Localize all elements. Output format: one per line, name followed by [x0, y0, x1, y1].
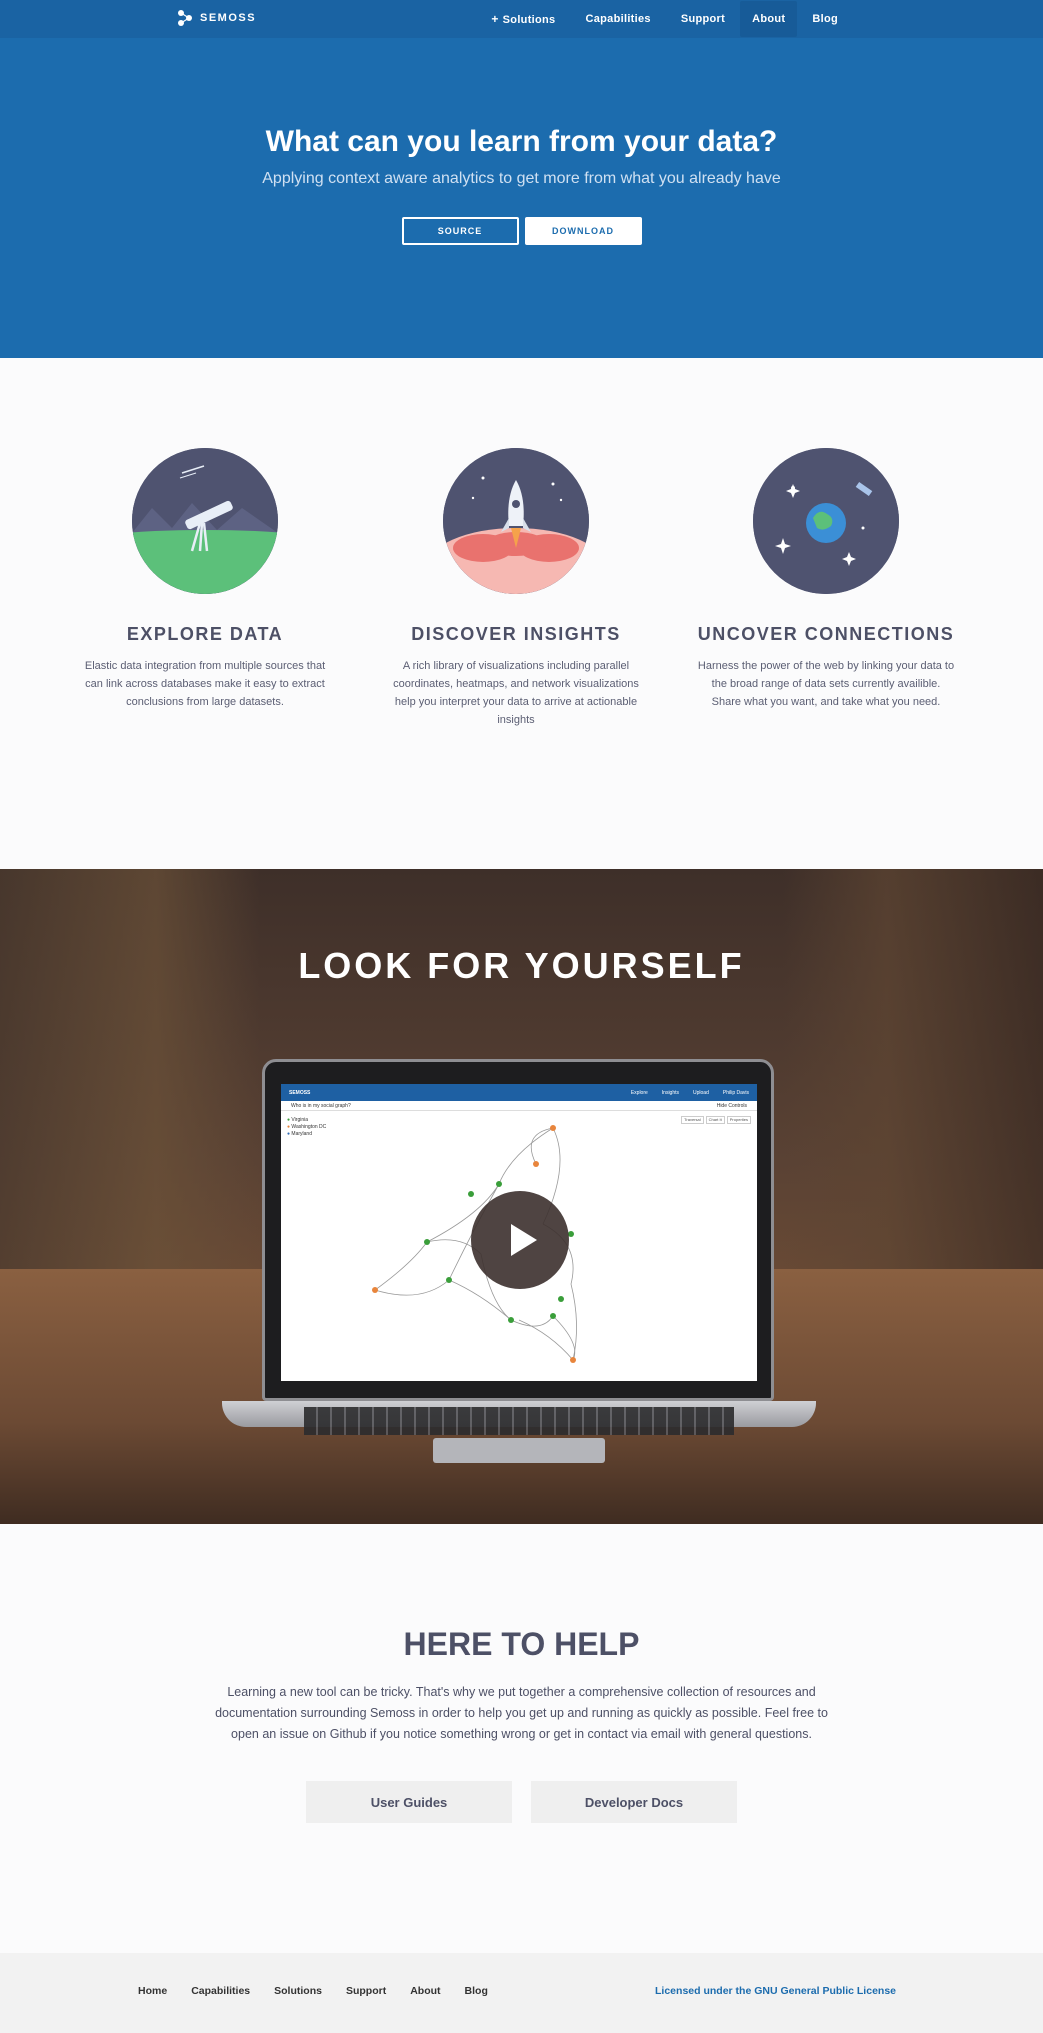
feature-text: A rich library of visualizations includi… [393, 660, 639, 726]
help-text: Learning a new tool can be tricky. That'… [215, 1685, 828, 1741]
laptop-trackpad [433, 1438, 605, 1463]
semoss-logo-icon [178, 10, 192, 26]
feature-uncover-connections: UNCOVER CONNECTIONS Harness the power of… [676, 448, 976, 711]
nav-link-about[interactable]: About [740, 1, 798, 37]
feature-text: Elastic data integration from multiple s… [84, 660, 326, 708]
license-link[interactable]: Licensed under the GNU General Public Li… [655, 1985, 896, 1997]
footer-link-blog[interactable]: Blog [465, 1985, 488, 1997]
brand-logo[interactable]: SEMOSS [176, 9, 256, 27]
globe-satellite-icon [753, 448, 899, 594]
footer-link-capabilities[interactable]: Capabilities [191, 1985, 250, 1997]
feature-text: Harness the power of the web by linking … [697, 660, 955, 708]
laptop-keyboard [304, 1407, 734, 1435]
feature-title: DISCOVER INSIGHTS [411, 624, 621, 644]
hero-title: What can you learn from your data? [265, 125, 778, 158]
developer-docs-button[interactable]: Developer Docs [531, 1781, 737, 1823]
nav-link-support[interactable]: Support [666, 13, 740, 25]
play-video-button[interactable] [471, 1191, 569, 1289]
feature-explore-data: EXPLORE DATA Elastic data integration fr… [55, 448, 355, 711]
footer: Home Capabilities Solutions Support Abou… [0, 1953, 1043, 2033]
video-section: LOOK FOR YOURSELF SEMOSS Explore Insight… [0, 869, 1043, 1524]
download-button[interactable]: DOWNLOAD [524, 217, 642, 245]
footer-link-home[interactable]: Home [138, 1985, 167, 1997]
top-navbar: SEMOSS + Solutions Capabilities Support A… [0, 0, 1043, 38]
video-title: LOOK FOR YOURSELF [298, 945, 745, 986]
footer-link-support[interactable]: Support [346, 1985, 386, 1997]
features-section: EXPLORE DATA Elastic data integration fr… [0, 358, 1043, 870]
footer-link-solutions[interactable]: Solutions [274, 1985, 322, 1997]
nav-link-blog[interactable]: Blog [797, 13, 853, 25]
nav-link-solutions[interactable]: + Solutions [476, 12, 570, 26]
brand-name: SEMOSS [200, 12, 257, 24]
nav-link-capabilities[interactable]: Capabilities [570, 13, 665, 25]
hero-section: What can you learn from your data? Apply… [0, 38, 1043, 358]
feature-discover-insights: DISCOVER INSIGHTS A rich library of visu… [366, 448, 666, 729]
plus-icon: + [491, 12, 499, 26]
source-button[interactable]: SOURCE [401, 217, 519, 245]
user-guides-button[interactable]: User Guides [306, 1781, 512, 1823]
footer-link-about[interactable]: About [410, 1985, 440, 1997]
hero-subtitle: Applying context aware analytics to get … [262, 170, 781, 187]
help-section: HERE TO HELP Learning a new tool can be … [0, 1524, 1043, 1954]
rocket-icon [443, 448, 589, 594]
telescope-icon [132, 448, 278, 594]
help-title: HERE TO HELP [403, 1626, 640, 1662]
feature-title: EXPLORE DATA [126, 624, 284, 644]
nav-link-label: Solutions [502, 14, 556, 26]
feature-title: UNCOVER CONNECTIONS [697, 624, 955, 644]
